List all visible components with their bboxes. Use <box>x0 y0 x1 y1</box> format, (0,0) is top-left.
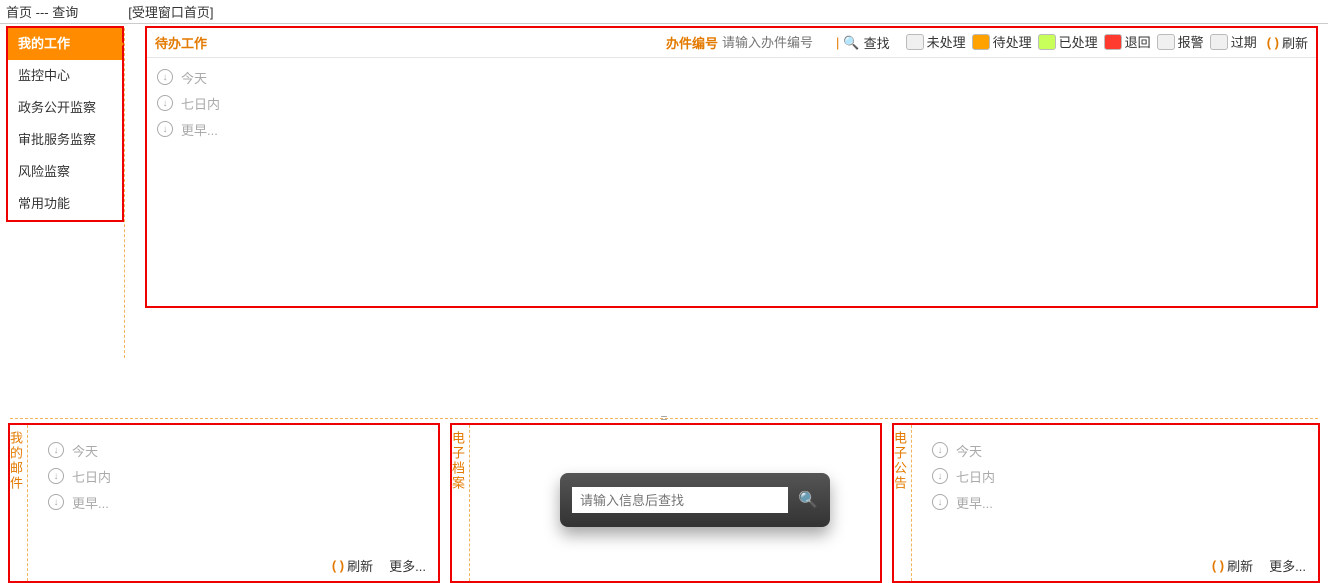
notice-time-earlier[interactable]: ↓ 更早... <box>932 489 1298 515</box>
sidebar: 我的工作 监控中心 政务公开监察 审批服务监察 风险监察 常用功能 <box>6 26 124 222</box>
status-label: 退回 <box>1125 32 1151 51</box>
refresh-icon: ( ) <box>1212 558 1224 573</box>
time-label: 更早... <box>72 493 109 512</box>
notice-more-button[interactable]: 更多... <box>1269 556 1306 575</box>
time-row-week[interactable]: ↓ 七日内 <box>157 90 1306 116</box>
mail-time-earlier[interactable]: ↓ 更早... <box>48 489 418 515</box>
page-tab-title[interactable]: [受理窗口首页] <box>128 2 213 21</box>
status-label: 待处理 <box>993 32 1032 51</box>
todo-time-list: ↓ 今天 ↓ 七日内 ↓ 更早... <box>147 58 1316 148</box>
archive-card-title: 电子档案 <box>452 425 470 581</box>
expand-icon: ↓ <box>157 121 173 137</box>
mail-more-button[interactable]: 更多... <box>389 556 426 575</box>
status-color-icon <box>906 34 924 50</box>
refresh-button[interactable]: ( ) 刷新 <box>1267 33 1308 52</box>
expand-icon: ↓ <box>157 95 173 111</box>
status-label: 报警 <box>1178 32 1204 51</box>
archive-search-box: 🔍 <box>560 473 830 527</box>
refresh-label: 刷新 <box>1227 556 1253 575</box>
notice-refresh-button[interactable]: ( )刷新 <box>1212 556 1253 575</box>
notice-time-week[interactable]: ↓ 七日内 <box>932 463 1298 489</box>
time-row-earlier[interactable]: ↓ 更早... <box>157 116 1306 142</box>
case-number-input[interactable] <box>722 35 832 50</box>
status-chip-0[interactable]: 未处理 <box>906 32 966 51</box>
time-label: 七日内 <box>72 467 111 486</box>
status-chip-3[interactable]: 退回 <box>1104 32 1151 51</box>
time-label: 七日内 <box>956 467 995 486</box>
breadcrumb[interactable]: 首页 --- 查询 <box>6 2 78 21</box>
top-bar: 首页 --- 查询 [受理窗口首页] <box>0 0 1328 24</box>
status-color-icon <box>1210 34 1228 50</box>
mail-card: 我的邮件 ↓ 今天 ↓ 七日内 ↓ 更早... ( )刷新 更多... <box>8 423 440 583</box>
todo-title: 待办工作 <box>155 33 207 52</box>
search-icon[interactable]: 🔍 <box>798 490 818 510</box>
horizontal-divider: = <box>10 418 1318 419</box>
notice-time-today[interactable]: ↓ 今天 <box>932 437 1298 463</box>
todo-panel: 待办工作 办件编号 | 🔍 查找 未处理待处理已处理退回报警过期 ( ) 刷新 … <box>145 26 1318 308</box>
status-color-icon <box>1104 34 1122 50</box>
refresh-icon: ( ) <box>1267 35 1279 50</box>
status-color-icon <box>1038 34 1056 50</box>
time-label: 更早... <box>181 120 218 139</box>
expand-icon: ↓ <box>48 494 64 510</box>
mail-time-week[interactable]: ↓ 七日内 <box>48 463 418 489</box>
notice-card: 电子公告 ↓ 今天 ↓ 七日内 ↓ 更早... ( )刷新 更多... <box>892 423 1320 583</box>
archive-search-input[interactable] <box>572 487 788 513</box>
expand-icon: ↓ <box>48 468 64 484</box>
status-chip-4[interactable]: 报警 <box>1157 32 1204 51</box>
notice-card-title: 电子公告 <box>894 425 912 581</box>
refresh-icon: ( ) <box>332 558 344 573</box>
time-label: 今天 <box>181 68 207 87</box>
expand-icon: ↓ <box>932 468 948 484</box>
sidebar-item-risk[interactable]: 风险监察 <box>8 156 122 188</box>
find-button[interactable]: 查找 <box>864 33 890 52</box>
case-number-label: 办件编号 <box>666 33 718 52</box>
status-color-icon <box>972 34 990 50</box>
sidebar-item-my-work[interactable]: 我的工作 <box>8 28 122 60</box>
expand-icon: ↓ <box>932 494 948 510</box>
time-label: 今天 <box>72 441 98 460</box>
mail-refresh-button[interactable]: ( )刷新 <box>332 556 373 575</box>
status-label: 过期 <box>1231 32 1257 51</box>
status-chip-1[interactable]: 待处理 <box>972 32 1032 51</box>
status-chip-2[interactable]: 已处理 <box>1038 32 1098 51</box>
expand-icon: ↓ <box>932 442 948 458</box>
expand-icon: ↓ <box>48 442 64 458</box>
todo-header: 待办工作 办件编号 | 🔍 查找 未处理 待处理 已处理 退回 报警 过期 ( ) 刷新 <box>147 28 1316 58</box>
sidebar-item-approval[interactable]: 审批服务监察 <box>8 124 122 156</box>
expand-icon: ↓ <box>157 69 173 85</box>
status-color-icon <box>1157 34 1175 50</box>
mail-time-today[interactable]: ↓ 今天 <box>48 437 418 463</box>
refresh-label: 刷新 <box>1282 33 1308 52</box>
archive-card: 电子档案 🔍 <box>450 423 882 583</box>
time-label: 更早... <box>956 493 993 512</box>
time-label: 七日内 <box>181 94 220 113</box>
divider-icon: | <box>836 35 839 50</box>
vertical-divider <box>124 28 125 358</box>
sidebar-item-gov-open[interactable]: 政务公开监察 <box>8 92 122 124</box>
status-chip-5[interactable]: 过期 <box>1210 32 1257 51</box>
status-label: 已处理 <box>1059 32 1098 51</box>
search-icon[interactable]: 🔍 <box>843 35 859 51</box>
status-label: 未处理 <box>927 32 966 51</box>
refresh-label: 刷新 <box>347 556 373 575</box>
mail-card-title: 我的邮件 <box>10 425 28 581</box>
time-row-today[interactable]: ↓ 今天 <box>157 64 1306 90</box>
time-label: 今天 <box>956 441 982 460</box>
sidebar-item-common[interactable]: 常用功能 <box>8 188 122 220</box>
sidebar-item-monitor[interactable]: 监控中心 <box>8 60 122 92</box>
